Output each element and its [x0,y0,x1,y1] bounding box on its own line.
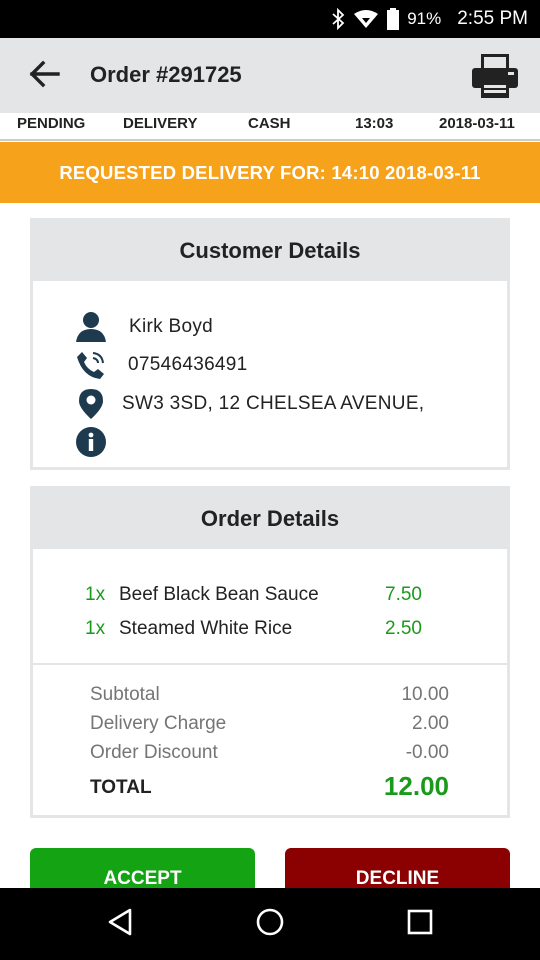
order-discount-value: -0.00 [405,742,449,763]
customer-details-title: Customer Details [33,221,507,281]
customer-phone-row: 07546436491 [75,349,248,381]
app-bar: Order #291725 [0,38,540,113]
order-details-card: Order Details 1x Beef Black Bean Sauce 7… [30,486,510,818]
customer-details-card: Customer Details Kirk Boyd 07546436491 S… [30,218,510,470]
system-nav-bar [0,888,540,960]
person-icon [75,311,107,343]
battery-percent: 91% [407,9,442,28]
info-icon [75,426,107,458]
nav-home-button[interactable] [248,904,292,944]
customer-name-row: Kirk Boyd [75,311,213,343]
divider [0,139,540,141]
requested-delivery-banner: REQUESTED DELIVERY FOR: 14:10 2018-03-11 [0,142,540,203]
item-price: 7.50 [385,584,422,605]
nav-recents-button[interactable] [398,904,442,944]
total-label: TOTAL [90,777,152,798]
item-quantity: 1x [85,618,106,639]
printer-icon [470,54,520,104]
order-item: 1x Beef Black Bean Sauce 7.50 [33,584,507,614]
back-button[interactable] [24,58,64,94]
back-triangle-icon [106,907,134,942]
customer-address: SW3 3SD, 12 CHELSEA AVENUE, [122,393,425,414]
location-pin-icon [75,388,107,420]
subtotal-value: 10.00 [401,684,449,705]
status-icons: 91% 2:55 PM [331,0,528,38]
customer-phone[interactable]: 07546436491 [128,354,248,376]
order-item: 1x Steamed White Rice 2.50 [33,618,507,648]
customer-name: Kirk Boyd [129,316,214,337]
status-bar: 91% 2:55 PM [0,0,540,38]
order-date: 2018-03-11 [439,115,515,132]
item-quantity: 1x [85,584,106,605]
subtotal-label: Subtotal [90,684,160,705]
total-value: 12.00 [383,771,449,801]
bluetooth-icon [331,8,345,30]
delivery-charge-label: Delivery Charge [90,713,227,734]
order-meta-row: PENDING DELIVERY CASH 13:03 2018-03-11 [0,113,540,141]
battery-icon [387,8,400,30]
order-status: PENDING [17,115,86,132]
order-type: DELIVERY [123,115,198,132]
customer-info-row [75,426,122,458]
page-title: Order #291725 [90,62,242,87]
payment-method: CASH [248,115,291,132]
items-divider [33,663,507,665]
print-button[interactable] [470,52,520,100]
order-time: 13:03 [355,115,394,132]
item-price: 2.50 [385,618,422,639]
order-discount-label: Order Discount [90,742,218,763]
recents-square-icon [406,908,434,941]
item-name: Beef Black Bean Sauce [119,584,319,605]
subtotal-row: Subtotal 10.00 [33,684,507,710]
home-circle-icon [255,907,285,942]
arrow-left-icon [28,60,60,93]
customer-address-row: SW3 3SD, 12 CHELSEA AVENUE, [75,388,424,420]
order-details-title: Order Details [33,489,507,549]
wifi-icon [353,9,379,29]
delivery-charge-value: 2.00 [412,713,449,734]
clock: 2:55 PM [457,8,528,29]
total-row: TOTAL 12.00 [33,771,507,806]
order-discount-row: Order Discount -0.00 [33,742,507,768]
phone-icon [75,349,107,381]
delivery-charge-row: Delivery Charge 2.00 [33,713,507,739]
nav-back-button[interactable] [98,904,142,944]
item-name: Steamed White Rice [119,618,293,639]
